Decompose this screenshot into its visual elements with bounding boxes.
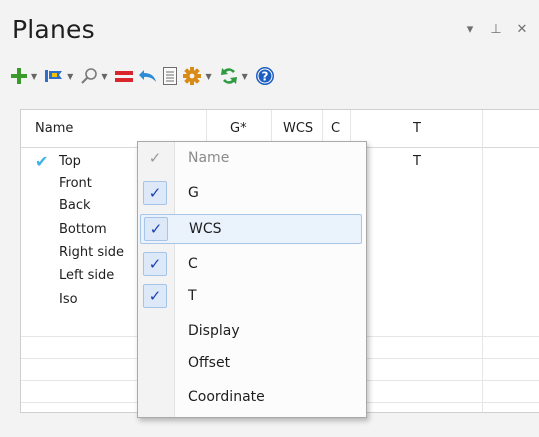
chevron-down-icon: ▼ [205,71,212,81]
chevron-down-icon: ▼ [101,71,108,81]
active-check-icon: ✔ [35,152,49,171]
menu-item-g[interactable]: ✓ G [138,178,366,208]
pin-icon[interactable]: ⊥ [489,22,503,37]
check-icon: ✓ [148,149,162,167]
sync-icon [220,68,237,84]
add-plane-button[interactable]: ▼ [10,64,40,88]
column-header-name[interactable]: Name [35,110,73,147]
chevron-down-icon: ▼ [67,71,74,81]
search-button[interactable]: ▼ [80,64,110,88]
check-icon: ✓ [144,217,168,241]
panel-controls: ▾ ⊥ ✕ [463,22,529,37]
undo-icon [139,70,157,82]
plane-name: Iso [59,292,78,307]
plane-name: Front [59,176,92,191]
menu-item-label: C [188,256,198,272]
planes-toolbar: ▼ ▼ ▼ ▼ ▼ ? [10,63,279,89]
column-header-t[interactable]: T [413,110,421,147]
check-icon: ✓ [143,181,167,205]
menu-item-label: Name [188,150,230,166]
check-icon: ✓ [143,252,167,276]
flag-plane-icon [45,70,63,82]
equals-icon [115,71,134,82]
plane-name: Left side [59,268,115,283]
undo-button[interactable] [138,64,158,88]
chevron-down-icon: ▼ [241,71,248,81]
sync-button[interactable]: ▼ [219,64,251,88]
plane-name: Right side [59,245,124,260]
menu-item-name[interactable]: ✓ Name [138,143,366,173]
plane-name: Back [59,198,91,213]
help-button[interactable]: ? [255,64,275,88]
gear-icon [183,67,202,85]
svg-text:?: ? [261,70,268,84]
close-icon[interactable]: ✕ [515,22,529,37]
document-button[interactable] [162,64,178,88]
menu-item-offset[interactable]: Offset [138,348,366,378]
panel-menu-dropdown-icon[interactable]: ▾ [463,22,477,37]
plane-name: Bottom [59,222,107,237]
menu-item-c[interactable]: ✓ C [138,249,366,279]
menu-item-display[interactable]: Display [138,316,366,346]
equals-button[interactable] [114,64,134,88]
menu-item-label: Coordinate [188,389,265,405]
menu-item-label: WCS [189,221,222,237]
help-icon: ? [255,67,274,85]
chevron-down-icon: ▼ [31,71,38,81]
menu-item-label: T [188,288,197,304]
menu-item-label: Offset [188,355,231,371]
menu-item-label: G [188,185,199,201]
search-icon [81,68,98,84]
add-plane-icon [11,68,27,84]
check-icon: ✓ [143,284,167,308]
menu-item-label: Display [188,323,240,339]
menu-item-wcs[interactable]: ✓ WCS [140,214,362,244]
document-icon [163,67,178,85]
menu-item-coordinate[interactable]: Coordinate [138,382,366,412]
flag-plane-button[interactable]: ▼ [44,64,76,88]
column-chooser-menu: ✓ Name ✓ G ✓ WCS ✓ C ✓ T Display Offset … [137,141,367,418]
menu-item-t[interactable]: ✓ T [138,281,366,311]
plane-name: Top [59,154,81,169]
panel-title: Planes [12,15,95,44]
settings-button[interactable]: ▼ [182,64,214,88]
plane-t-value: T [413,154,421,169]
